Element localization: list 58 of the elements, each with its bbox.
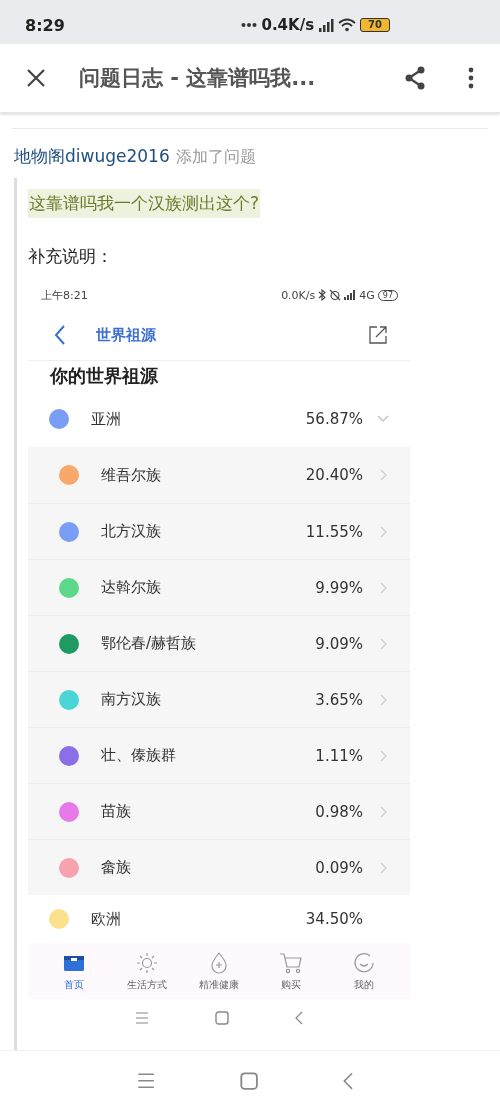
back-icon[interactable] <box>295 1011 303 1025</box>
percentage: 0.98% <box>315 802 363 821</box>
region-name: 亚洲 <box>91 409 122 429</box>
network-type: 4G <box>359 288 375 302</box>
percentage: 20.40% <box>305 466 363 484</box>
battery-indicator: 70 <box>360 18 390 32</box>
back-icon[interactable] <box>343 1071 354 1091</box>
population-name: 达斡尔族 <box>101 578 162 597</box>
tab-item[interactable]: 精准健康 <box>186 950 251 992</box>
dots-icon <box>241 22 258 28</box>
close-icon[interactable] <box>26 68 46 88</box>
sun-icon <box>134 950 159 975</box>
action-text: 添加了问题 <box>175 147 256 168</box>
smile-icon <box>351 950 376 975</box>
population-name: 维吾尔族 <box>101 465 162 485</box>
section-heading: 你的世界祖源 <box>48 364 159 388</box>
network-speed: 0.4K/s <box>261 16 315 34</box>
home-square-icon[interactable] <box>215 1011 229 1025</box>
tab-item[interactable]: 首页 <box>42 950 107 992</box>
tab-item[interactable]: 我的 <box>331 950 396 992</box>
question-text: 这靠谱吗我一个汉族测出这个? <box>28 189 261 218</box>
percentage: 9.99% <box>315 578 363 597</box>
share-icon[interactable] <box>404 66 426 90</box>
percentage: 11.55% <box>305 522 363 541</box>
percentage: 1.11% <box>315 746 363 765</box>
more-icon[interactable] <box>468 67 474 89</box>
signal-icon <box>318 18 335 32</box>
population-name: 畲族 <box>101 858 132 877</box>
wifi-icon <box>338 18 357 32</box>
share-icon[interactable] <box>368 325 388 345</box>
population-name: 北方汉族 <box>101 522 162 541</box>
percentage: 9.09% <box>315 634 363 653</box>
page-title: 问题日志 - 这靠谱吗我... <box>79 65 317 92</box>
back-icon[interactable] <box>54 325 66 345</box>
population-name: 壮、傣族群 <box>101 746 177 765</box>
percentage: 0.09% <box>315 858 363 877</box>
status-time: 8:29 <box>25 15 65 35</box>
supplement-label: 补充说明： <box>28 245 114 268</box>
home-square-icon[interactable] <box>239 1071 258 1091</box>
tab-item[interactable]: 生活方式 <box>114 950 179 992</box>
population-name: 苗族 <box>101 802 132 821</box>
status-time: 上午8:21 <box>41 287 88 303</box>
population-name: 南方汉族 <box>101 690 162 709</box>
percentage: 3.65% <box>315 690 363 709</box>
alarm-off-icon <box>329 289 342 301</box>
percentage: 34.50% <box>305 910 363 928</box>
author-link[interactable]: 地物阁diwuge2016 <box>14 145 170 168</box>
tab-item[interactable]: 购买 <box>259 950 324 992</box>
region-name: 欧洲 <box>91 909 122 929</box>
signal-icon <box>344 290 357 300</box>
population-name: 鄂伦春/赫哲族 <box>101 634 198 653</box>
chevron-down-icon[interactable] <box>377 415 389 423</box>
screen-title: 世界祖源 <box>96 325 157 345</box>
network-speed: 0.0K/s <box>281 288 316 302</box>
percentage: 56.87% <box>305 410 363 428</box>
bluetooth-icon <box>318 289 327 301</box>
menu-icon[interactable] <box>136 1073 155 1089</box>
cart-icon <box>279 950 304 975</box>
